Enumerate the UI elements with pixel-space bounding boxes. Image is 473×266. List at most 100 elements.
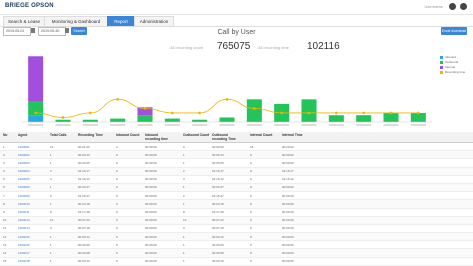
table-row[interactable]: 2 1000002 1 00:00:13 0 00:00:00 1 00:00:13 0 00:0…	[0, 151, 473, 160]
table-cell: 11	[3, 226, 7, 231]
table-cell: 00:00:12	[78, 234, 90, 239]
column-header[interactable]: Internal Time	[282, 133, 310, 137]
column-header[interactable]: Outbound recording Time	[212, 133, 240, 141]
agent-link[interactable]: 1000014	[18, 226, 30, 230]
table-cell: 01:16:12	[212, 177, 224, 182]
table-row[interactable]: 13 1000016 1 00:00:09 0 00:00:00 1 00:00:09 0 00:…	[0, 241, 473, 250]
agent-link[interactable]: 1000003	[18, 161, 30, 165]
table-cell: 10	[3, 218, 7, 223]
table-cell: 0	[250, 218, 252, 223]
table-cell: 1	[183, 234, 185, 239]
table-cell: 00:00:00	[145, 210, 157, 214]
legend-label: Inbound	[445, 55, 456, 59]
agent-link[interactable]: 1000013	[18, 218, 30, 222]
table-row[interactable]: 5 1000005 3 01:16:12 0 00:00:00 3 01:16:12 0 01:1…	[0, 176, 473, 184]
legend-label: Internal	[445, 65, 456, 69]
tab-report[interactable]: Report	[107, 16, 135, 26]
table-cell: 00:00:05	[212, 160, 224, 165]
table-cell: 3	[50, 226, 52, 231]
table-cell: 6	[3, 185, 5, 190]
agent-link[interactable]: 1000006	[18, 185, 30, 189]
table-cell: 3	[183, 226, 185, 231]
line-point	[198, 111, 201, 115]
table-row[interactable]: 6 1000006 1 00:00:47 0 00:00:00 1 00:00:47 0 00:0…	[0, 183, 473, 193]
chart-bar	[356, 115, 372, 122]
table-cell: 1	[3, 144, 5, 149]
agent-link[interactable]: 1000005	[18, 177, 30, 181]
agent-link[interactable]: 1000002	[18, 153, 30, 157]
table-cell: 0	[250, 250, 252, 255]
agent-link[interactable]: 1000016	[18, 243, 30, 247]
agent-link[interactable]: 1000015	[18, 235, 30, 239]
column-header[interactable]: Inbound recording time	[145, 133, 173, 141]
agent-link[interactable]: 1000009	[18, 194, 30, 198]
table-cell: 10	[50, 218, 54, 223]
user-icon[interactable]	[449, 3, 456, 10]
agent-link[interactable]: 1000010	[18, 202, 30, 206]
agent-link[interactable]: 1000011	[18, 210, 29, 214]
user-name[interactable]: Username	[425, 4, 443, 9]
column-header[interactable]: Outbound Count	[183, 133, 211, 137]
table-cell: 0	[116, 177, 118, 182]
column-header[interactable]: Internal Count	[250, 133, 278, 137]
agent-link[interactable]: 1000018	[18, 259, 30, 263]
category-label	[192, 124, 208, 126]
table-row[interactable]: 12 1000015 1 00:00:12 0 00:00:00 1 00:00:12 0 00:…	[0, 233, 473, 242]
agent-link[interactable]: 1000017	[18, 251, 30, 255]
table-cell: 00:00:00	[282, 152, 294, 157]
column-header[interactable]: Inbound Count	[116, 133, 144, 137]
chart-bar	[55, 119, 71, 122]
table-row[interactable]: 11 1000014 3 00:07:18 0 00:00:00 3 00:07:18 0 00:…	[0, 225, 473, 234]
table-cell: 0	[250, 234, 252, 239]
table-cell: 00:00:47	[78, 185, 90, 190]
table-row[interactable]: 8 1000010 1 00:23:18 0 00:00:00 1 00:23:18 0 00:0…	[0, 200, 473, 209]
table-cell: 00:00:00	[145, 250, 157, 255]
table-cell: 00:07:22	[212, 218, 224, 223]
table-cell: 9	[3, 210, 5, 214]
tab-search-lease[interactable]: Search & Lease	[3, 16, 45, 26]
table-cell: 00:00:00	[145, 234, 157, 239]
table-row[interactable]: 1 1000001 12 00:21:46 3 00:00:00 0 00:00:00 18 00…	[0, 143, 473, 152]
line-point	[61, 116, 65, 119]
legend-item[interactable]: Recording time	[440, 70, 472, 75]
tab-monitoring[interactable]: Monitoring & Dashboard	[44, 16, 108, 26]
table-cell: 00:00:00	[145, 201, 157, 206]
column-header[interactable]: Recording Time	[78, 133, 106, 137]
table-cell: 00:00:00	[282, 242, 294, 247]
table-cell: 0	[116, 210, 118, 214]
agent-link[interactable]: 1000004	[18, 169, 30, 173]
table-row[interactable]: 7 1000009 2 01:15:27 0 00:00:00 2 01:15:27 0 00:0…	[0, 192, 473, 201]
table-cell: 00:00:00	[145, 185, 157, 190]
table-cell: 1	[50, 160, 52, 165]
category-label	[110, 124, 126, 126]
table-cell: 0	[116, 259, 118, 264]
table-cell: 01:17:48	[78, 210, 90, 214]
table-row[interactable]: 14 1000017 1 00:00:08 0 00:00:00 1 00:00:08 0 00:…	[0, 249, 473, 258]
chart-bar	[82, 119, 98, 122]
table-cell: 00:00:00	[282, 210, 294, 214]
table-cell: 00:00:13	[78, 152, 90, 157]
total-count-value: 765075	[217, 41, 251, 52]
table-cell: 0	[116, 234, 118, 239]
column-header[interactable]: Agent	[18, 133, 46, 137]
table-row[interactable]: 4 1000004 2 01:16:17 0 00:00:00 2 01:16:17 0 01:1…	[0, 167, 473, 176]
line-point	[389, 111, 393, 115]
column-header[interactable]: Total Calls	[50, 133, 78, 137]
chart-legend: Inbound Outbound Internal Recording time	[440, 55, 472, 75]
settings-icon[interactable]	[460, 3, 467, 10]
table-cell: 0	[116, 152, 118, 157]
table-cell: 00:00:12	[212, 234, 224, 239]
table-row[interactable]: 9 1000011 8 01:17:48 0 00:00:00 8 01:17:48 0 00:0…	[0, 209, 473, 217]
table-row[interactable]: 3 1000003 1 00:00:05 0 00:00:00 1 00:00:05 0 00:0…	[0, 159, 473, 168]
table-cell: 00:00:00	[282, 201, 294, 206]
agent-link[interactable]: 1000001	[18, 145, 30, 149]
table-row[interactable]: 15 1000018 1 00:00:10 0 00:00:00 1 00:00:10 0 00:…	[0, 258, 473, 266]
table-cell: 0	[116, 242, 118, 247]
table-row[interactable]: 10 1000013 10 00:07:22 0 00:00:00 10 00:07:22 0 0…	[0, 216, 473, 225]
chart-bar	[383, 112, 399, 122]
tab-administration[interactable]: Administration	[134, 16, 174, 26]
table-cell: 0	[116, 169, 118, 174]
table-cell: 01:15:27	[78, 193, 90, 198]
table-cell: 5	[3, 177, 5, 182]
table-cell: 1	[50, 234, 52, 239]
